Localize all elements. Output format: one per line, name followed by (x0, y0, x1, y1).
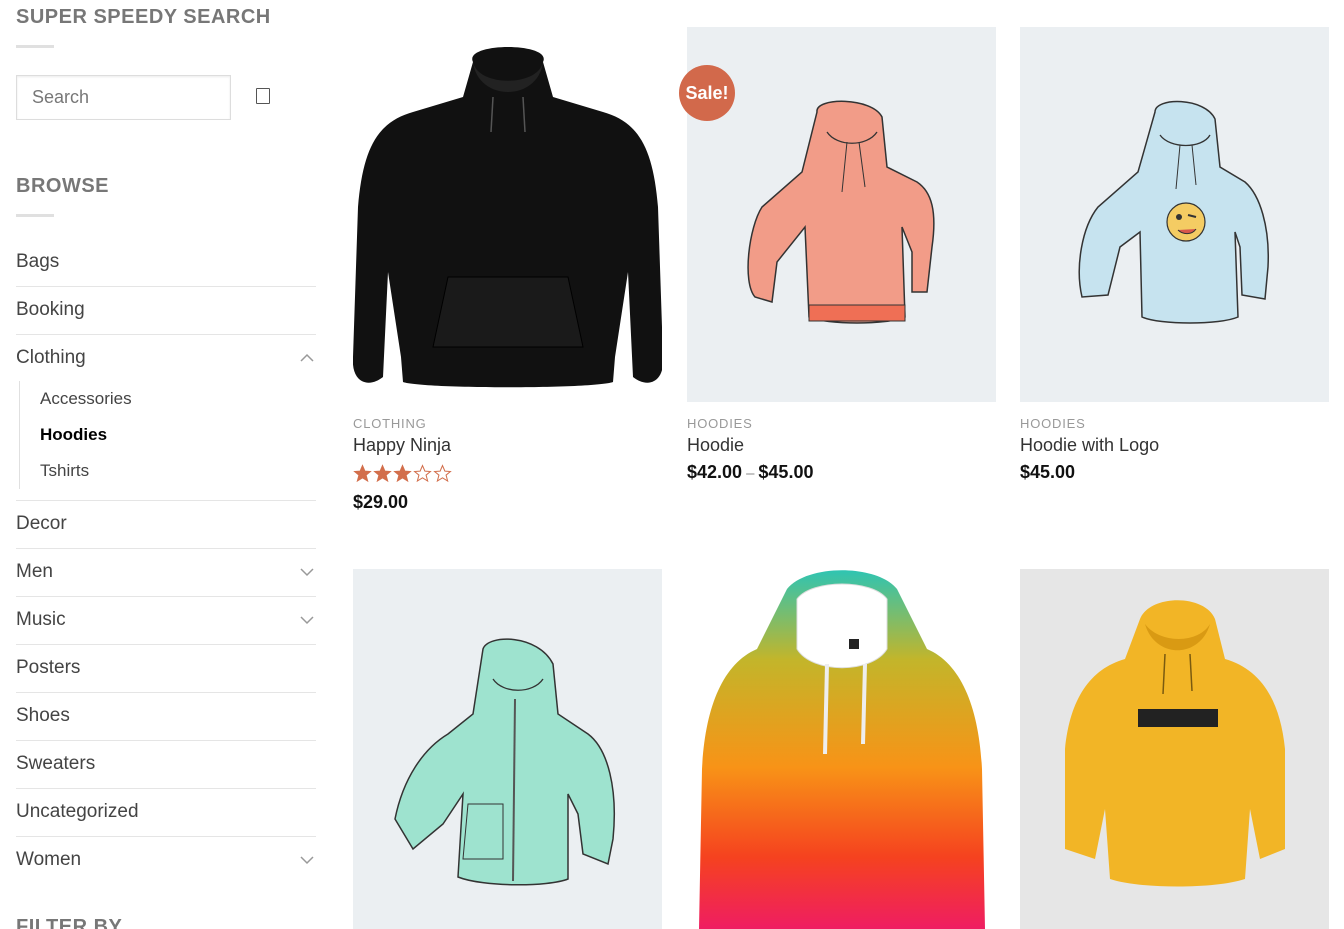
chevron-up-icon[interactable] (300, 351, 314, 365)
price-max: $45.00 (758, 462, 814, 482)
sidebar-item-sweaters[interactable]: Sweaters (16, 741, 316, 789)
star-rating (353, 464, 662, 484)
product-card[interactable]: CLOTHING Happy Ninja $29.00 (353, 27, 662, 513)
category-link[interactable]: Decor (16, 513, 67, 535)
star-filled-icon (393, 464, 412, 483)
sidebar-item-tshirts[interactable]: Tshirts (40, 453, 132, 489)
title-divider (16, 214, 54, 217)
sidebar-item-bags[interactable]: Bags (16, 239, 316, 287)
category-link[interactable]: Uncategorized (16, 801, 139, 823)
chevron-down-icon[interactable] (300, 853, 314, 867)
sidebar-item-posters[interactable]: Posters (16, 645, 316, 693)
product-category[interactable]: HOODIES (687, 416, 996, 431)
sidebar-item-accessories[interactable]: Accessories (40, 381, 132, 417)
yellow-hoodie-image[interactable] (1020, 569, 1329, 929)
price-separator: – (746, 465, 755, 482)
product-card[interactable] (687, 569, 996, 929)
sidebar-item-uncategorized[interactable]: Uncategorized (16, 789, 316, 837)
star-empty-icon (433, 464, 452, 483)
browse-widget-title: BROWSE (16, 175, 109, 197)
search-input[interactable] (16, 75, 231, 120)
sidebar-item-shoes[interactable]: Shoes (16, 693, 316, 741)
category-link[interactable]: Shoes (16, 705, 70, 727)
filter-widget-title: FILTER BY (16, 916, 123, 929)
mint-zip-hoodie-image[interactable] (353, 569, 662, 929)
subcategory-list: Accessories Hoodies Tshirts (19, 381, 132, 489)
star-filled-icon (373, 464, 392, 483)
search-icon[interactable] (256, 88, 270, 104)
sidebar-item-men[interactable]: Men (16, 549, 316, 597)
gradient-hoodie-image[interactable] (687, 569, 996, 929)
chevron-down-icon[interactable] (300, 613, 314, 627)
black-hoodie-image[interactable] (353, 27, 662, 402)
product-card[interactable]: HOODIES Hoodie with Logo $45.00 (1020, 27, 1329, 483)
category-link[interactable]: Music (16, 609, 66, 631)
star-filled-icon (353, 464, 372, 483)
category-link[interactable]: Booking (16, 299, 85, 321)
category-link[interactable]: Sweaters (16, 753, 95, 775)
sidebar-item-clothing[interactable]: Clothing Accessories Hoodies Tshirts (16, 335, 316, 501)
product-price: $29.00 (353, 492, 409, 512)
category-link[interactable]: Men (16, 561, 53, 583)
category-link[interactable]: Bags (16, 251, 59, 273)
search-widget-title: SUPER SPEEDY SEARCH (16, 6, 271, 28)
product-card[interactable] (1020, 569, 1329, 929)
category-link[interactable]: Women (16, 849, 81, 871)
sale-badge: Sale! (679, 65, 735, 121)
product-name[interactable]: Hoodie with Logo (1020, 435, 1329, 456)
product-category[interactable]: HOODIES (1020, 416, 1329, 431)
product-category[interactable]: CLOTHING (353, 416, 662, 431)
sidebar-item-music[interactable]: Music (16, 597, 316, 645)
category-list: Bags Booking Clothing Accessories Hoodie… (16, 239, 316, 885)
category-link[interactable]: Posters (16, 657, 80, 679)
blue-hoodie-logo-image[interactable] (1020, 27, 1329, 402)
sidebar-item-booking[interactable]: Booking (16, 287, 316, 335)
product-name[interactable]: Hoodie (687, 435, 996, 456)
product-card[interactable] (353, 569, 662, 929)
category-link[interactable]: Clothing (16, 347, 86, 369)
product-price: $45.00 (1020, 462, 1076, 482)
sidebar-item-decor[interactable]: Decor (16, 501, 316, 549)
product-name[interactable]: Happy Ninja (353, 435, 662, 456)
star-empty-icon (413, 464, 432, 483)
sidebar-item-hoodies[interactable]: Hoodies (40, 417, 132, 453)
price-min: $42.00 (687, 462, 743, 482)
chevron-down-icon[interactable] (300, 565, 314, 579)
sidebar-item-women[interactable]: Women (16, 837, 316, 885)
title-divider (16, 45, 54, 48)
product-price: $42.00– $45.00 (687, 462, 996, 483)
